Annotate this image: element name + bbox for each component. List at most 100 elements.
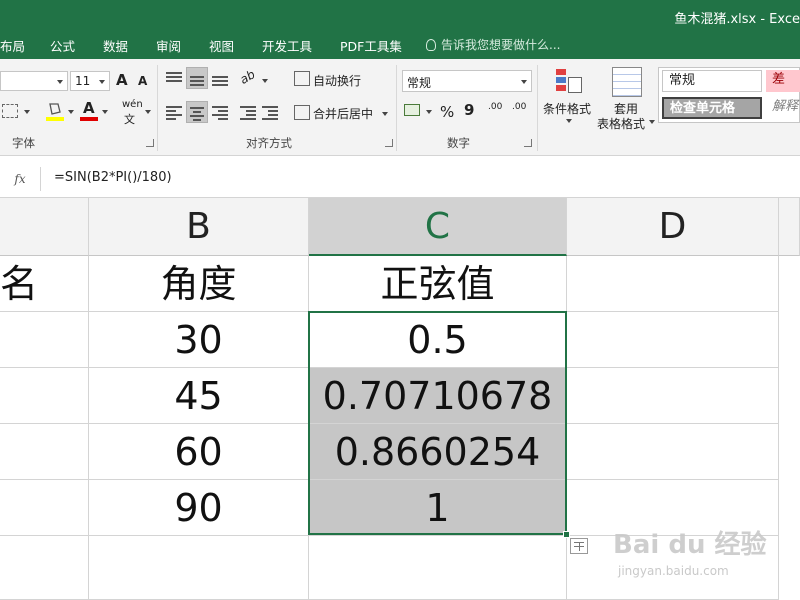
wrap-text-button[interactable]: 自动换行 (313, 72, 361, 89)
worksheet-grid: B C D 名 角度 30 45 60 90 正弦值 0.5 0.7071067… (0, 198, 800, 600)
cell-c1[interactable]: 正弦值 (309, 256, 567, 312)
menu-view[interactable]: 视图 (209, 36, 234, 55)
fill-bucket-icon (46, 103, 64, 121)
quick-analysis-icon-bar (579, 542, 580, 551)
chevron-down-icon[interactable] (566, 119, 572, 123)
align-top-icon[interactable] (166, 71, 182, 85)
increase-decimal-label: .00 (488, 102, 503, 112)
align-middle-button[interactable] (186, 67, 208, 89)
cell-b2[interactable]: 30 (89, 312, 309, 368)
cell-c2[interactable]: 0.5 (309, 312, 567, 368)
tell-me-text: 告诉我您想要做什么... (441, 38, 561, 52)
cell-a6[interactable] (0, 536, 89, 600)
number-format-dropdown[interactable]: 常规 (402, 70, 532, 92)
menu-review[interactable]: 审阅 (156, 36, 181, 55)
align-center-button[interactable] (186, 101, 208, 123)
cell-d1[interactable] (567, 256, 779, 312)
align-right-icon[interactable] (212, 105, 228, 120)
cell-c4[interactable]: 0.8660254 (309, 424, 567, 480)
percent-button[interactable]: % (440, 103, 454, 121)
chevron-down-icon[interactable] (649, 120, 655, 124)
format-as-table-label-2[interactable]: 表格格式 (597, 115, 645, 132)
borders-icon[interactable] (2, 104, 18, 118)
alignment-dialog-launcher[interactable] (385, 139, 393, 147)
menu-page-layout[interactable]: 布局 (0, 36, 25, 55)
shrink-font-button[interactable]: A (138, 74, 147, 88)
grow-font-button[interactable]: A (116, 71, 128, 89)
cell-a1[interactable]: 名 (0, 256, 89, 312)
menu-pdf-tools[interactable]: PDF工具集 (340, 36, 402, 55)
cell-a5[interactable] (0, 480, 89, 536)
decrease-indent-icon[interactable] (240, 105, 256, 120)
cell-a4[interactable] (0, 424, 89, 480)
cell-c5[interactable]: 1 (309, 480, 567, 536)
chevron-down-icon[interactable] (145, 110, 151, 114)
cell-a2[interactable] (0, 312, 89, 368)
fill-handle[interactable] (563, 531, 570, 538)
font-size-box[interactable]: 11 (70, 71, 110, 91)
formula-input[interactable]: =SIN(B2*PI()/180) (54, 170, 172, 185)
baidu-watermark-url: jingyan.baidu.com (618, 564, 729, 578)
column-header-a[interactable] (0, 198, 89, 256)
style-explanatory[interactable]: 解释 (766, 97, 800, 119)
font-dialog-launcher[interactable] (146, 139, 154, 147)
cell-b6[interactable] (89, 536, 309, 600)
font-color-label: A (83, 99, 95, 117)
chevron-down-icon (57, 80, 63, 84)
increase-indent-icon[interactable] (262, 105, 278, 120)
cell-d4[interactable] (567, 424, 779, 480)
increase-decimal-button[interactable]: .00 (488, 103, 502, 112)
conditional-formatting-button[interactable]: 条件格式 (543, 100, 591, 117)
menu-data[interactable]: 数据 (103, 36, 128, 55)
chevron-down-icon[interactable] (382, 112, 388, 116)
column-header-e[interactable] (779, 198, 800, 256)
column-header-b[interactable]: B (89, 198, 309, 256)
chevron-down-icon[interactable] (102, 110, 108, 114)
align-left-icon[interactable] (166, 105, 182, 120)
baidu-watermark: Bai du 经验 (613, 530, 767, 560)
merge-center-icon (294, 105, 310, 120)
chevron-down-icon[interactable] (68, 110, 74, 114)
cf-icon-block-red2 (556, 85, 566, 91)
fx-icon: fx (14, 172, 26, 186)
style-normal[interactable]: 常规 (662, 70, 762, 92)
align-middle-icon (190, 73, 206, 87)
cell-b4[interactable]: 60 (89, 424, 309, 480)
insert-function-button[interactable]: fx (0, 167, 41, 191)
merge-center-button[interactable]: 合并后居中 (313, 105, 373, 122)
cell-b3[interactable]: 45 (89, 368, 309, 424)
decrease-decimal-button[interactable]: .00 (512, 103, 526, 112)
align-bottom-icon[interactable] (212, 71, 228, 86)
chevron-down-icon (99, 80, 105, 84)
divider (537, 65, 538, 151)
chevron-down-icon[interactable] (262, 79, 268, 83)
style-bad[interactable]: 差 (766, 70, 800, 92)
quick-analysis-button[interactable] (570, 538, 588, 554)
comma-style-button[interactable]: 9 (464, 101, 474, 119)
menu-formulas[interactable]: 公式 (50, 36, 75, 55)
chevron-down-icon[interactable] (426, 110, 432, 114)
cell-d2[interactable] (567, 312, 779, 368)
cell-a3[interactable] (0, 368, 89, 424)
font-name-box[interactable] (0, 71, 68, 91)
cell-c3[interactable]: 0.70710678 (309, 368, 567, 424)
title-bar: 鱼木混猪.xlsx - Exce (0, 0, 800, 32)
currency-icon[interactable] (404, 104, 420, 116)
style-check-cell[interactable]: 检查单元格 (662, 97, 762, 119)
fill-color-button[interactable] (46, 100, 64, 122)
cf-icon-block-blue (556, 77, 566, 83)
font-color-button[interactable]: A (80, 99, 98, 122)
cell-b1[interactable]: 角度 (89, 256, 309, 312)
font-group-label: 字体 (12, 136, 35, 150)
phonetic-guide-button[interactable]: wén (122, 99, 143, 110)
tell-me-search[interactable]: 告诉我您想要做什么... (426, 36, 560, 53)
chevron-down-icon[interactable] (24, 110, 30, 114)
cell-d3[interactable] (567, 368, 779, 424)
column-header-d[interactable]: D (567, 198, 779, 256)
cell-c6[interactable] (309, 536, 567, 600)
menu-developer[interactable]: 开发工具 (262, 36, 312, 55)
number-dialog-launcher[interactable] (524, 139, 532, 147)
cell-b5[interactable]: 90 (89, 480, 309, 536)
orientation-button[interactable]: ab (238, 67, 258, 87)
column-header-c[interactable]: C (309, 198, 567, 256)
